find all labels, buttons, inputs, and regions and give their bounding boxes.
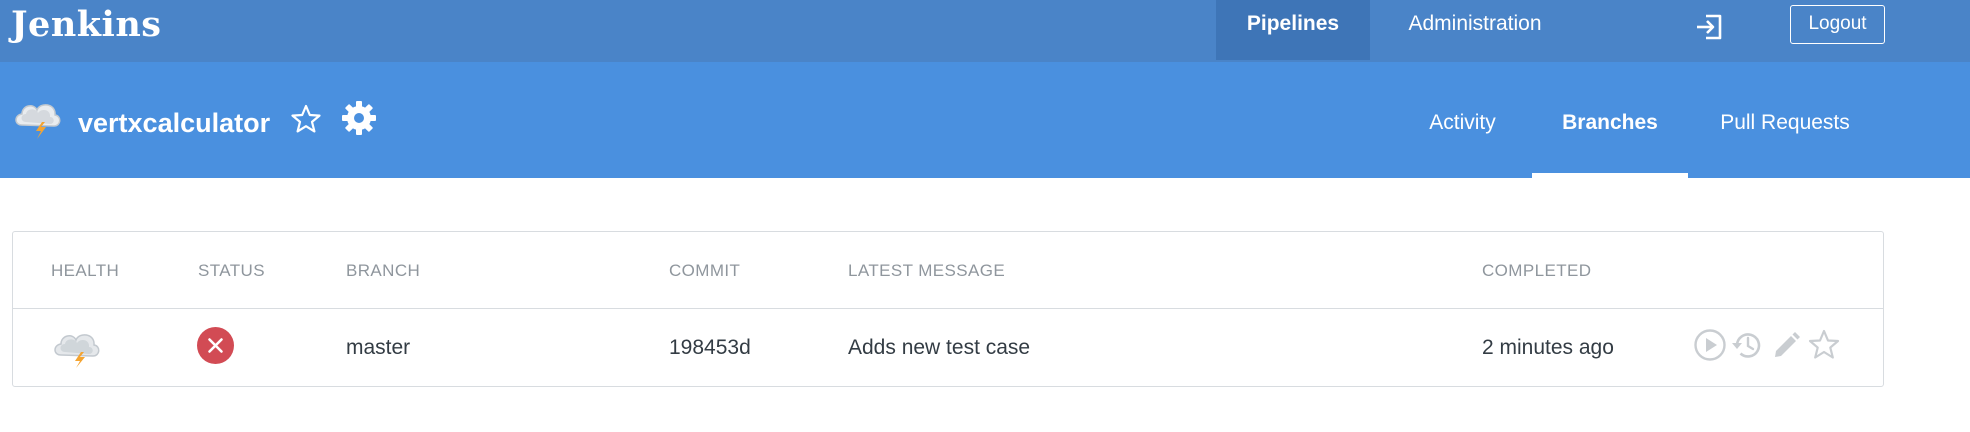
table-header: HEALTH STATUS BRANCH COMMIT LATEST MESSA…	[13, 232, 1883, 309]
table-row[interactable]: master 198453d Adds new test case 2 minu…	[13, 309, 1883, 386]
logout-button[interactable]: Logout	[1790, 5, 1885, 44]
commit-id[interactable]: 198453d	[669, 336, 751, 360]
column-header-latest-message: LATEST MESSAGE	[848, 261, 1006, 280]
tab-branches[interactable]: Branches	[1532, 62, 1688, 178]
nav-administration[interactable]: Administration	[1375, 0, 1575, 60]
column-header-status: STATUS	[198, 261, 265, 280]
star-icon[interactable]	[1807, 328, 1841, 362]
pipeline-header: vertxcalculator Activity Branches Pull R…	[0, 62, 1970, 178]
nav-pipelines[interactable]: Pipelines	[1216, 0, 1370, 60]
tab-pull-requests[interactable]: Pull Requests	[1705, 62, 1865, 178]
cloud-lightning-icon	[15, 104, 61, 139]
cloud-lightning-icon	[54, 334, 100, 368]
branches-table: HEALTH STATUS BRANCH COMMIT LATEST MESSA…	[12, 231, 1884, 387]
failure-status-icon	[197, 327, 234, 364]
login-icon[interactable]	[1693, 11, 1725, 43]
favorite-star-icon[interactable]	[290, 103, 322, 135]
edit-icon[interactable]	[1769, 328, 1803, 362]
column-header-health: HEALTH	[51, 261, 120, 280]
column-header-commit: COMMIT	[669, 261, 741, 280]
run-icon[interactable]	[1693, 328, 1727, 362]
latest-message: Adds new test case	[848, 336, 1031, 359]
history-icon[interactable]	[1730, 328, 1764, 362]
column-header-completed: COMPLETED	[1482, 261, 1592, 280]
pipeline-name[interactable]: vertxcalculator	[78, 106, 270, 140]
tab-activity[interactable]: Activity	[1405, 62, 1520, 178]
branch-name: master	[346, 336, 411, 359]
gear-icon[interactable]	[341, 100, 377, 136]
column-header-branch: BRANCH	[346, 261, 421, 280]
top-bar: Jenkins Pipelines Administration Logout	[0, 0, 1970, 62]
completed-time: 2 minutes ago	[1482, 336, 1614, 359]
jenkins-logo[interactable]: Jenkins	[11, 2, 161, 48]
